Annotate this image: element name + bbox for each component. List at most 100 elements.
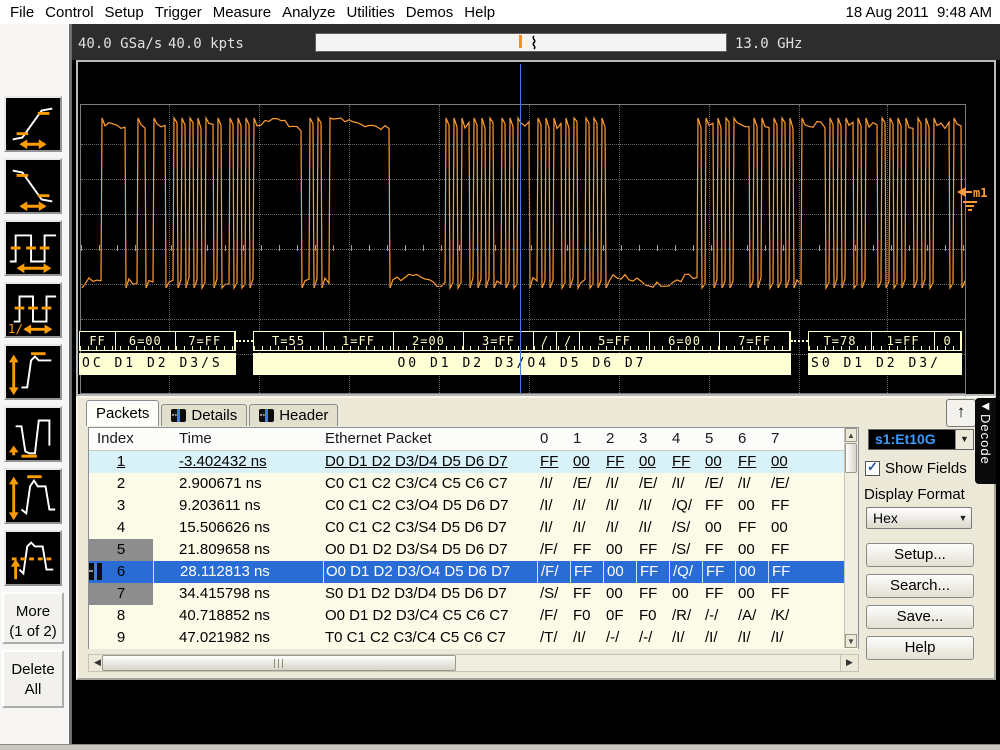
menu-item-file[interactable]: File: [10, 4, 34, 21]
scroll-down-icon[interactable]: ▼: [845, 634, 857, 648]
cell-byte-5: /-/: [702, 605, 735, 627]
measure-toolbar: 1/ More (1 of 2) Delete All: [0, 24, 72, 744]
cell-byte-4: /S/: [669, 539, 702, 561]
packet-row-7[interactable]: 734.415798 nsS0 D1 D2 D3/D4 D5 D6 D7/S/F…: [89, 583, 858, 605]
tab-header[interactable]: Header: [249, 404, 338, 426]
menu-item-trigger[interactable]: Trigger: [155, 4, 202, 21]
tab-label: Header: [279, 407, 328, 424]
average-icon: [6, 532, 60, 584]
packet-row-4[interactable]: 415.506626 nsC0 C1 C2 C3/S4 D5 D6 D7/I//…: [89, 517, 858, 539]
tab-details[interactable]: Details: [161, 404, 247, 426]
cell-byte-0: /I/: [537, 473, 570, 495]
chevron-down-icon[interactable]: ▼: [955, 508, 971, 528]
packet-row-9[interactable]: 947.021982 nsT0 C1 C2 C3/C4 C5 C6 C7/T//…: [89, 627, 858, 649]
scroll-up-icon[interactable]: ▲: [845, 428, 857, 442]
cell-index: 1: [89, 451, 153, 473]
column-header-3[interactable]: 3: [636, 428, 669, 450]
marker-m1[interactable]: m1: [955, 182, 995, 218]
memory-depth: 40.0 kpts: [168, 36, 244, 52]
column-header-0[interactable]: 0: [537, 428, 570, 450]
search-button[interactable]: Search...: [866, 574, 974, 598]
cell-packet: C0 C1 C2 C3/S4 D5 D6 D7: [323, 517, 537, 539]
cell-byte-7: /E/: [768, 473, 801, 495]
cell-byte-1: FF: [570, 561, 603, 583]
measure-maximum-button[interactable]: [4, 468, 62, 524]
display-format-combo[interactable]: Hex ▼: [866, 507, 972, 529]
measure-fall-time-button[interactable]: [4, 158, 62, 214]
time-cursor[interactable]: [520, 64, 521, 394]
table-horizontal-scrollbar[interactable]: ◀ ▶: [88, 654, 859, 672]
fall-time-icon: [6, 160, 60, 212]
show-fields-checkbox[interactable]: [865, 461, 880, 476]
cell-byte-1: /E/: [570, 473, 603, 495]
cell-byte-5: FF: [702, 495, 735, 517]
delete-all-button[interactable]: Delete All: [2, 650, 64, 708]
measure-base-button[interactable]: [4, 406, 62, 462]
chevron-down-icon[interactable]: ▼: [955, 430, 973, 449]
cell-byte-5: /I/: [702, 627, 735, 649]
cell-byte-7: FF: [768, 583, 801, 605]
cell-packet: T0 C1 C2 C3/C4 C5 C6 C7: [323, 627, 537, 649]
clock: 18 Aug 2011 9:48 AM: [845, 4, 1000, 21]
tab-packets[interactable]: Packets: [86, 400, 159, 426]
measure-rise-time-button[interactable]: [4, 96, 62, 152]
menu-item-help[interactable]: Help: [464, 4, 495, 21]
setup-button[interactable]: Setup...: [866, 543, 974, 567]
cell-byte-2: 00: [603, 539, 636, 561]
column-header-7[interactable]: 7: [768, 428, 801, 450]
measure-peak-peak-button[interactable]: [4, 344, 62, 400]
help-button[interactable]: Help: [866, 636, 974, 660]
packet-row-8[interactable]: 840.718852 nsO0 D1 D2 D3/C4 C5 C6 C7/F/F…: [89, 605, 858, 627]
cell-byte-5: FF: [702, 539, 735, 561]
packet-row-2[interactable]: 22.900671 nsC0 C1 C2 C3/C4 C5 C6 C7/I//E…: [89, 473, 858, 495]
timebase-marker-icon: [530, 35, 538, 50]
save-button[interactable]: Save...: [866, 605, 974, 629]
column-header-time[interactable]: Time: [153, 428, 323, 450]
cell-byte-7: 00: [768, 451, 801, 473]
acquisition-position-bar[interactable]: [315, 33, 727, 52]
decode-bus-row: FF6=007=FF: [79, 331, 236, 351]
cell-byte-6: 00: [735, 539, 768, 561]
cell-time: 47.021982 ns: [153, 627, 323, 649]
cell-packet: O0 D1 D2 D3/S4 D5 D6 D7: [323, 539, 537, 561]
column-header-2[interactable]: 2: [603, 428, 636, 450]
trigger-position-marker: [519, 35, 522, 48]
cell-time: -3.402432 ns: [153, 451, 323, 473]
arrow-left-icon: ◀: [982, 401, 990, 413]
vertical-scroll-thumb[interactable]: [845, 443, 857, 473]
table-body: 1-3.402432 nsD0 D1 D2 D3/D4 D5 D6 D7FF00…: [89, 451, 858, 649]
bandwidth: 13.0 GHz: [735, 36, 802, 52]
packet-row-6[interactable]: 628.112813 nsO0 D1 D2 D3/O4 D5 D6 D7/F/F…: [89, 561, 858, 583]
packet-row-1[interactable]: 1-3.402432 nsD0 D1 D2 D3/D4 D5 D6 D7FF00…: [89, 451, 858, 473]
column-header-4[interactable]: 4: [669, 428, 702, 450]
measure-average-button[interactable]: [4, 530, 62, 586]
column-header-ethernet-packet[interactable]: Ethernet Packet: [323, 428, 537, 450]
cell-byte-2: FF: [603, 451, 636, 473]
column-header-6[interactable]: 6: [735, 428, 768, 450]
horizontal-scroll-thumb[interactable]: [102, 655, 456, 671]
packet-row-5[interactable]: 521.809658 nsO0 D1 D2 D3/S4 D5 D6 D7/F/F…: [89, 539, 858, 561]
menu-item-measure[interactable]: Measure: [213, 4, 271, 21]
decode-side-tab[interactable]: ◀ Decode: [975, 398, 996, 484]
packet-row-3[interactable]: 39.203611 nsC0 C1 C2 C3/O4 D5 D6 D7/I//I…: [89, 495, 858, 517]
menu-item-control[interactable]: Control: [45, 4, 93, 21]
menu-item-demos[interactable]: Demos: [406, 4, 454, 21]
measure-frequency-button[interactable]: 1/: [4, 282, 62, 338]
table-vertical-scrollbar[interactable]: ▲ ▼: [844, 428, 858, 648]
peak-peak-icon: [6, 346, 60, 398]
decode-source-combo[interactable]: s1:Et10G ▼: [868, 429, 974, 450]
measure-period-button[interactable]: [4, 220, 62, 276]
cell-byte-7: FF: [768, 539, 801, 561]
column-header-5[interactable]: 5: [702, 428, 735, 450]
collapse-panel-button[interactable]: ↑: [946, 399, 976, 427]
more-button[interactable]: More (1 of 2): [2, 592, 64, 644]
menu-item-utilities[interactable]: Utilities: [346, 4, 394, 21]
decode-ticks: [80, 346, 235, 350]
cell-byte-0: /T/: [537, 627, 570, 649]
menu-item-setup[interactable]: Setup: [105, 4, 144, 21]
scroll-right-icon[interactable]: ▶: [840, 655, 858, 671]
cell-byte-6: /I/: [735, 627, 768, 649]
column-header-1[interactable]: 1: [570, 428, 603, 450]
menu-item-analyze[interactable]: Analyze: [282, 4, 335, 21]
column-header-index[interactable]: Index: [89, 428, 153, 450]
